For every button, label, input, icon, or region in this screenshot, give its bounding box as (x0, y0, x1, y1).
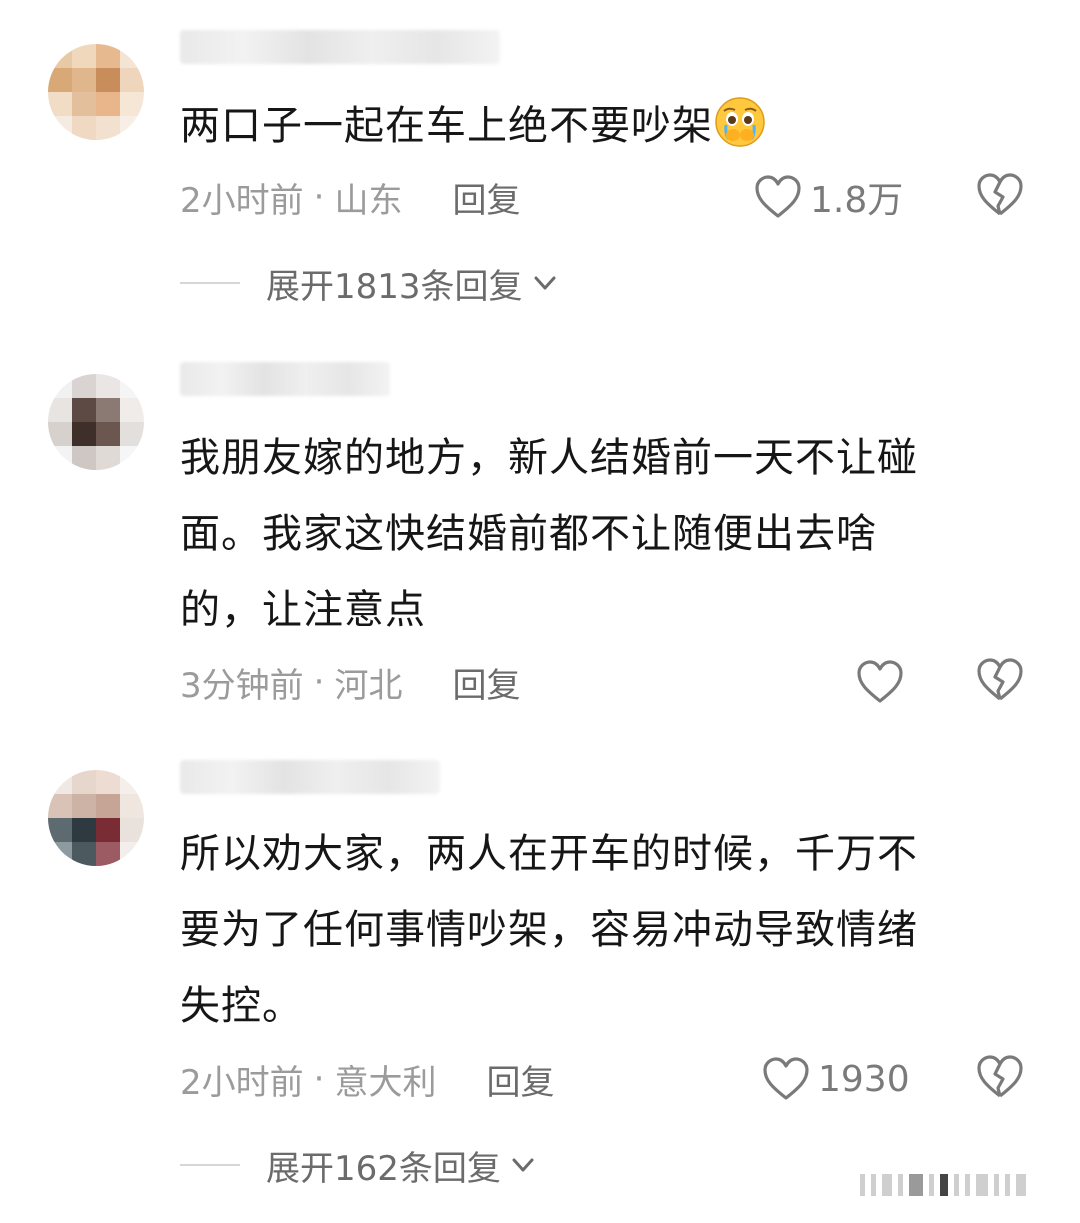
divider-line (180, 282, 240, 284)
like-button[interactable]: 1.8万 (754, 172, 903, 222)
chevron-down-icon (512, 1158, 534, 1172)
expand-replies-label: 展开1813条回复 (266, 266, 523, 307)
meta-separator: · (313, 1059, 325, 1099)
comment-location: 山东 (334, 180, 403, 221)
expand-replies-button[interactable]: 展开1813条回复 (180, 258, 559, 308)
username-blurred[interactable] (180, 362, 390, 396)
heart-icon (857, 660, 903, 703)
comment-time: 2小时前 (180, 180, 304, 221)
reply-button[interactable]: 回复 (452, 173, 520, 222)
username-blurred[interactable] (180, 760, 440, 794)
reply-button[interactable]: 回复 (486, 1055, 554, 1104)
like-count: 1930 (818, 1058, 910, 1100)
comment-location: 河北 (334, 665, 403, 706)
crying-pleading-face-emoji (715, 97, 765, 147)
expand-replies-button[interactable]: 展开162条回复 (180, 1140, 537, 1190)
comment-text: 我朋友嫁的地方，新人结婚前一天不让碰 面。我家这快结婚前都不让随便出去啥 的，让… (180, 435, 918, 633)
broken-heart-icon[interactable] (976, 657, 1024, 703)
broken-heart-icon[interactable] (976, 172, 1024, 218)
heart-icon (763, 1057, 809, 1100)
meta-separator: · (313, 177, 325, 217)
comment-meta: 2小时前 · 意大利 回复 (180, 1054, 554, 1104)
avatar[interactable] (48, 770, 144, 866)
watermark-logo (860, 1172, 1060, 1198)
comment-time: 2小时前 (180, 1062, 304, 1103)
comment-time: 3分钟前 (180, 665, 304, 706)
comment-text: 两口子一起在车上绝不要吵架 (180, 88, 1000, 164)
meta-separator: · (313, 662, 325, 702)
avatar[interactable] (48, 374, 144, 470)
broken-heart-icon[interactable] (976, 1054, 1024, 1100)
avatar[interactable] (48, 44, 144, 140)
comment-meta: 2小时前 · 山东 回复 (180, 172, 520, 222)
reply-button[interactable]: 回复 (452, 658, 520, 707)
heart-icon (755, 175, 801, 218)
chevron-down-icon (534, 276, 556, 290)
like-button[interactable] (856, 657, 912, 707)
expand-replies-label: 展开162条回复 (266, 1148, 501, 1189)
divider-line (180, 1164, 240, 1166)
like-count: 1.8万 (810, 180, 904, 221)
comment-location: 意大利 (334, 1062, 437, 1103)
comment-meta: 3分钟前 · 河北 回复 (180, 657, 520, 707)
like-button[interactable]: 1930 (762, 1054, 910, 1104)
username-blurred[interactable] (180, 30, 500, 64)
comment-text: 所以劝大家，两人在开车的时候，千万不 要为了任何事情吵架，容易冲动导致情绪 失控… (180, 831, 918, 1029)
